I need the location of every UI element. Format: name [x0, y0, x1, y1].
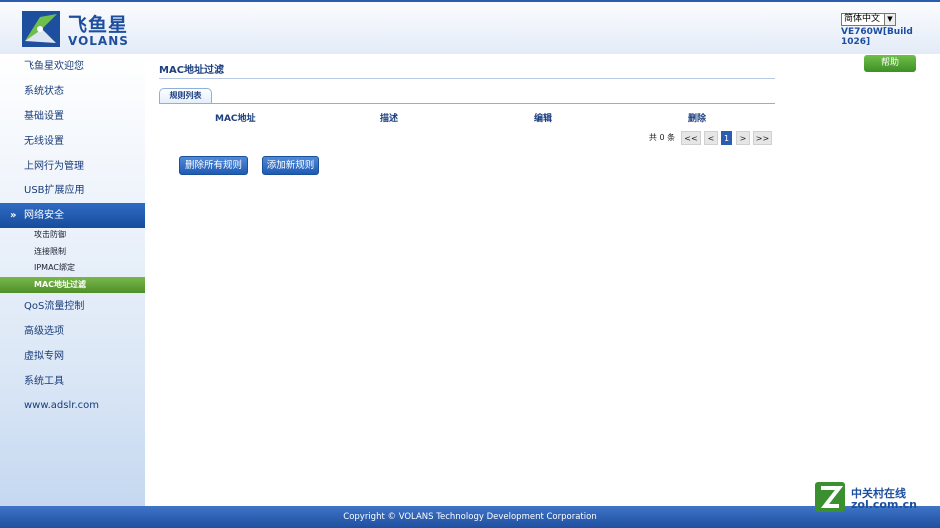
sidebar-item-usb-apps[interactable]: USB扩展应用 — [0, 178, 145, 203]
pager-last-button[interactable]: >> — [753, 131, 772, 145]
sidebar-item-label: 网络安全 — [24, 210, 64, 221]
firmware-build: VE760W[Build 1026] — [841, 27, 913, 47]
sidebar-item-basic-settings[interactable]: 基础设置 — [0, 104, 145, 129]
brand-name-en: VOLANS — [68, 34, 129, 48]
pager-first-button[interactable]: << — [681, 131, 701, 145]
pager-next-button[interactable]: > — [736, 131, 750, 145]
page-title: MAC地址过滤 — [159, 65, 225, 76]
language-select-value: 简体中文 — [844, 14, 881, 24]
sidebar: 飞鱼星欢迎您 系统状态 基础设置 无线设置 上网行为管理 USB扩展应用 » 网… — [0, 54, 145, 506]
sidebar-item-system-status[interactable]: 系统状态 — [0, 79, 145, 104]
double-chevron-down-icon: » — [10, 210, 17, 221]
sidebar-item-qos[interactable]: QoS流量控制 — [0, 294, 145, 319]
delete-all-rules-button[interactable]: 删除所有规则 — [179, 156, 248, 175]
watermark-text-url: zol.com.cn — [851, 498, 917, 511]
chevron-down-icon[interactable]: ▼ — [884, 14, 895, 25]
sidebar-item-vpn[interactable]: 虚拟专网 — [0, 344, 145, 369]
title-divider — [159, 78, 775, 79]
zol-logo-icon — [815, 482, 845, 512]
footer-copyright: Copyright © VOLANS Technology Developmen… — [0, 506, 940, 528]
sidebar-item-network-security[interactable]: » 网络安全 — [0, 203, 145, 228]
sidebar-item-advanced[interactable]: 高级选项 — [0, 319, 145, 344]
sidebar-subitem-attack-defense[interactable]: 攻击防御 — [0, 227, 145, 243]
sidebar-item-wireless-settings[interactable]: 无线设置 — [0, 129, 145, 154]
column-header-description: 描述 — [380, 114, 399, 124]
sidebar-item-welcome[interactable]: 飞鱼星欢迎您 — [0, 54, 145, 79]
brand-name-cn: 飞鱼星 — [68, 14, 129, 36]
header: 飞鱼星 VOLANS 简体中文 ▼ VE760W[Build 1026] — [0, 0, 940, 54]
column-header-delete: 删除 — [688, 114, 707, 124]
sidebar-subitem-mac-filter[interactable]: MAC地址过滤 — [0, 277, 145, 293]
help-button[interactable]: 帮助 — [864, 55, 916, 72]
pager-prev-button[interactable]: < — [704, 131, 718, 145]
volans-logo-icon — [22, 11, 60, 47]
sidebar-subitem-connection-limit[interactable]: 连接限制 — [0, 244, 145, 260]
language-select[interactable]: 简体中文 ▼ — [841, 13, 896, 26]
tab-rule-list[interactable]: 规则列表 — [159, 88, 212, 103]
sidebar-subitem-ipmac-binding[interactable]: IPMAC绑定 — [0, 260, 145, 276]
zol-watermark: 中关村在线 zol.com.cn — [815, 482, 940, 512]
sidebar-item-behavior-management[interactable]: 上网行为管理 — [0, 154, 145, 179]
column-header-edit: 编辑 — [534, 114, 553, 124]
pager-current-page[interactable]: 1 — [721, 131, 732, 145]
pager-total: 共 0 条 — [648, 133, 676, 142]
add-new-rule-button[interactable]: 添加新规则 — [262, 156, 319, 175]
column-header-mac: MAC地址 — [215, 114, 256, 124]
tab-divider — [159, 103, 775, 104]
sidebar-item-system-tools[interactable]: 系统工具 — [0, 369, 145, 394]
sidebar-item-website-link[interactable]: www.adslr.com — [0, 393, 145, 418]
